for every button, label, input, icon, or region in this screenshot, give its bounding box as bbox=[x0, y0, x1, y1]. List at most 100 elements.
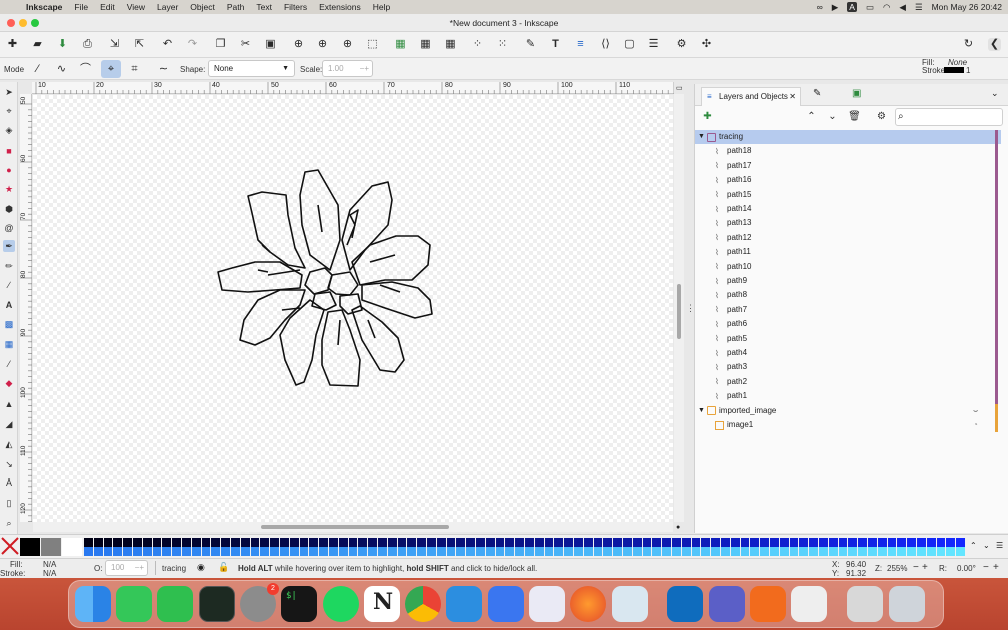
paste-icon[interactable]: ▣ bbox=[264, 38, 277, 51]
palette-scroll-down-icon[interactable]: ⌄ bbox=[983, 541, 990, 550]
color-swatch[interactable] bbox=[525, 538, 535, 547]
menu-extensions[interactable]: Extensions bbox=[313, 2, 367, 12]
object-row-path[interactable]: ⌇ path8 bbox=[695, 288, 1001, 303]
ellipse-tool-icon[interactable]: ● bbox=[3, 164, 15, 176]
color-swatch[interactable] bbox=[162, 538, 173, 547]
object-row-path[interactable]: ⌇ path15 bbox=[695, 187, 1001, 202]
export-tab-icon[interactable]: ▣ bbox=[852, 88, 861, 99]
outlook-app-icon[interactable] bbox=[667, 586, 703, 622]
import-icon[interactable]: ⇲ bbox=[108, 38, 121, 51]
color-swatch[interactable] bbox=[593, 538, 604, 547]
color-swatch[interactable] bbox=[201, 547, 212, 556]
menu-layer[interactable]: Layer bbox=[151, 2, 184, 12]
fusion-app-icon[interactable] bbox=[750, 586, 786, 622]
color-swatch[interactable] bbox=[133, 547, 143, 556]
connector-tool-icon[interactable]: ↘ bbox=[3, 458, 15, 470]
color-swatch[interactable] bbox=[182, 538, 192, 547]
color-swatch[interactable] bbox=[701, 538, 712, 547]
color-swatch[interactable] bbox=[397, 547, 408, 556]
zoom-in-button[interactable]: + bbox=[922, 562, 928, 573]
color-swatch[interactable] bbox=[221, 547, 231, 556]
vscode-app-icon[interactable] bbox=[446, 586, 482, 622]
redo-icon[interactable]: ↷ bbox=[186, 38, 199, 51]
teams-app-icon[interactable] bbox=[709, 586, 745, 622]
group-icon[interactable]: ⁘ bbox=[471, 38, 484, 51]
color-swatch[interactable] bbox=[329, 547, 339, 556]
color-swatch[interactable] bbox=[603, 547, 614, 556]
color-swatch[interactable] bbox=[544, 547, 555, 556]
wifi-icon[interactable]: ◠ bbox=[883, 2, 890, 13]
color-swatch[interactable] bbox=[858, 547, 868, 556]
downloads-stack-icon[interactable] bbox=[847, 586, 883, 622]
system-preferences-app-icon[interactable]: 2 bbox=[240, 583, 279, 622]
color-swatch[interactable] bbox=[338, 538, 349, 547]
document-properties-icon[interactable]: ▢ bbox=[623, 38, 636, 51]
rotate-ccw-button[interactable]: − bbox=[983, 562, 989, 573]
color-swatch[interactable] bbox=[84, 538, 94, 547]
color-swatch[interactable] bbox=[348, 547, 359, 556]
chrome-app-icon[interactable] bbox=[405, 586, 441, 622]
color-swatch[interactable] bbox=[613, 547, 623, 556]
color-swatch[interactable] bbox=[936, 538, 947, 547]
layers-icon[interactable]: ≡ bbox=[574, 38, 587, 51]
collapse-toolbar-icon[interactable]: ❮ bbox=[988, 38, 1001, 51]
color-swatch[interactable] bbox=[319, 547, 329, 556]
color-swatch[interactable] bbox=[632, 547, 643, 556]
color-swatch[interactable] bbox=[250, 538, 261, 547]
copy-icon[interactable]: ❐ bbox=[214, 38, 227, 51]
color-swatch[interactable] bbox=[877, 547, 888, 556]
color-swatch[interactable] bbox=[583, 547, 594, 556]
opacity-stepper[interactable]: −+ bbox=[135, 561, 144, 575]
color-swatch[interactable] bbox=[191, 538, 202, 547]
color-swatch[interactable] bbox=[417, 547, 427, 556]
zoom-drawing-icon[interactable]: ⊕ bbox=[316, 38, 329, 51]
object-row-path[interactable]: ⌇ path18 bbox=[695, 144, 1001, 159]
color-swatch[interactable] bbox=[750, 538, 761, 547]
color-swatch[interactable] bbox=[809, 547, 819, 556]
canvas-corner-icon[interactable]: ● bbox=[676, 524, 680, 531]
color-swatch[interactable] bbox=[515, 547, 525, 556]
tweak-tool-icon[interactable]: ◈ bbox=[3, 124, 15, 136]
color-swatch[interactable] bbox=[260, 547, 271, 556]
color-swatch[interactable] bbox=[868, 538, 878, 547]
color-swatch[interactable] bbox=[730, 547, 741, 556]
paint-bucket-tool-icon[interactable]: ◆ bbox=[3, 377, 15, 389]
color-swatch[interactable] bbox=[564, 547, 574, 556]
palette-swatches[interactable] bbox=[84, 538, 968, 556]
color-swatch[interactable] bbox=[378, 538, 388, 547]
color-swatch[interactable] bbox=[917, 538, 927, 547]
color-swatch[interactable] bbox=[221, 538, 231, 547]
menu-object[interactable]: Object bbox=[184, 2, 221, 12]
object-row-path[interactable]: ⌇ path12 bbox=[695, 230, 1001, 246]
color-swatch[interactable] bbox=[446, 547, 457, 556]
color-swatch[interactable] bbox=[740, 547, 751, 556]
traced-flower-drawing[interactable] bbox=[33, 95, 673, 522]
color-swatch[interactable] bbox=[142, 538, 153, 547]
menu-help[interactable]: Help bbox=[367, 2, 396, 12]
color-swatch[interactable] bbox=[907, 547, 917, 556]
color-swatch[interactable] bbox=[887, 547, 898, 556]
color-swatch[interactable] bbox=[652, 538, 663, 547]
signal-app-icon[interactable] bbox=[488, 586, 524, 622]
facetime-app-icon[interactable] bbox=[157, 586, 193, 622]
color-swatch[interactable] bbox=[329, 538, 339, 547]
object-row-path[interactable]: ⌇ path7 bbox=[695, 302, 1001, 318]
object-row-image1[interactable]: image1 ◔ bbox=[695, 418, 1001, 433]
color-swatch[interactable] bbox=[231, 547, 241, 556]
color-swatch[interactable] bbox=[505, 538, 516, 547]
menu-file[interactable]: File bbox=[68, 2, 94, 12]
color-swatch[interactable] bbox=[182, 547, 192, 556]
raise-icon[interactable]: ⌃ bbox=[805, 110, 818, 123]
color-swatch[interactable] bbox=[348, 538, 359, 547]
horizontal-scroll-thumb[interactable] bbox=[261, 525, 449, 529]
shape-builder-tool-icon[interactable]: ◭ bbox=[3, 438, 15, 450]
rotate-icon[interactable]: ↻ bbox=[962, 38, 975, 51]
eraser-tool-icon[interactable]: ◢ bbox=[3, 418, 15, 430]
clock[interactable]: Mon May 26 20:42 bbox=[932, 2, 1002, 12]
duplicate-icon[interactable]: ▦ bbox=[394, 38, 407, 51]
object-search-input[interactable]: ⌕ bbox=[895, 108, 1003, 126]
horizontal-scrollbar[interactable] bbox=[33, 522, 673, 532]
export-icon[interactable]: ⇱ bbox=[133, 38, 146, 51]
color-swatch[interactable] bbox=[691, 538, 702, 547]
palette-menu-icon[interactable]: ☰ bbox=[996, 541, 1003, 550]
